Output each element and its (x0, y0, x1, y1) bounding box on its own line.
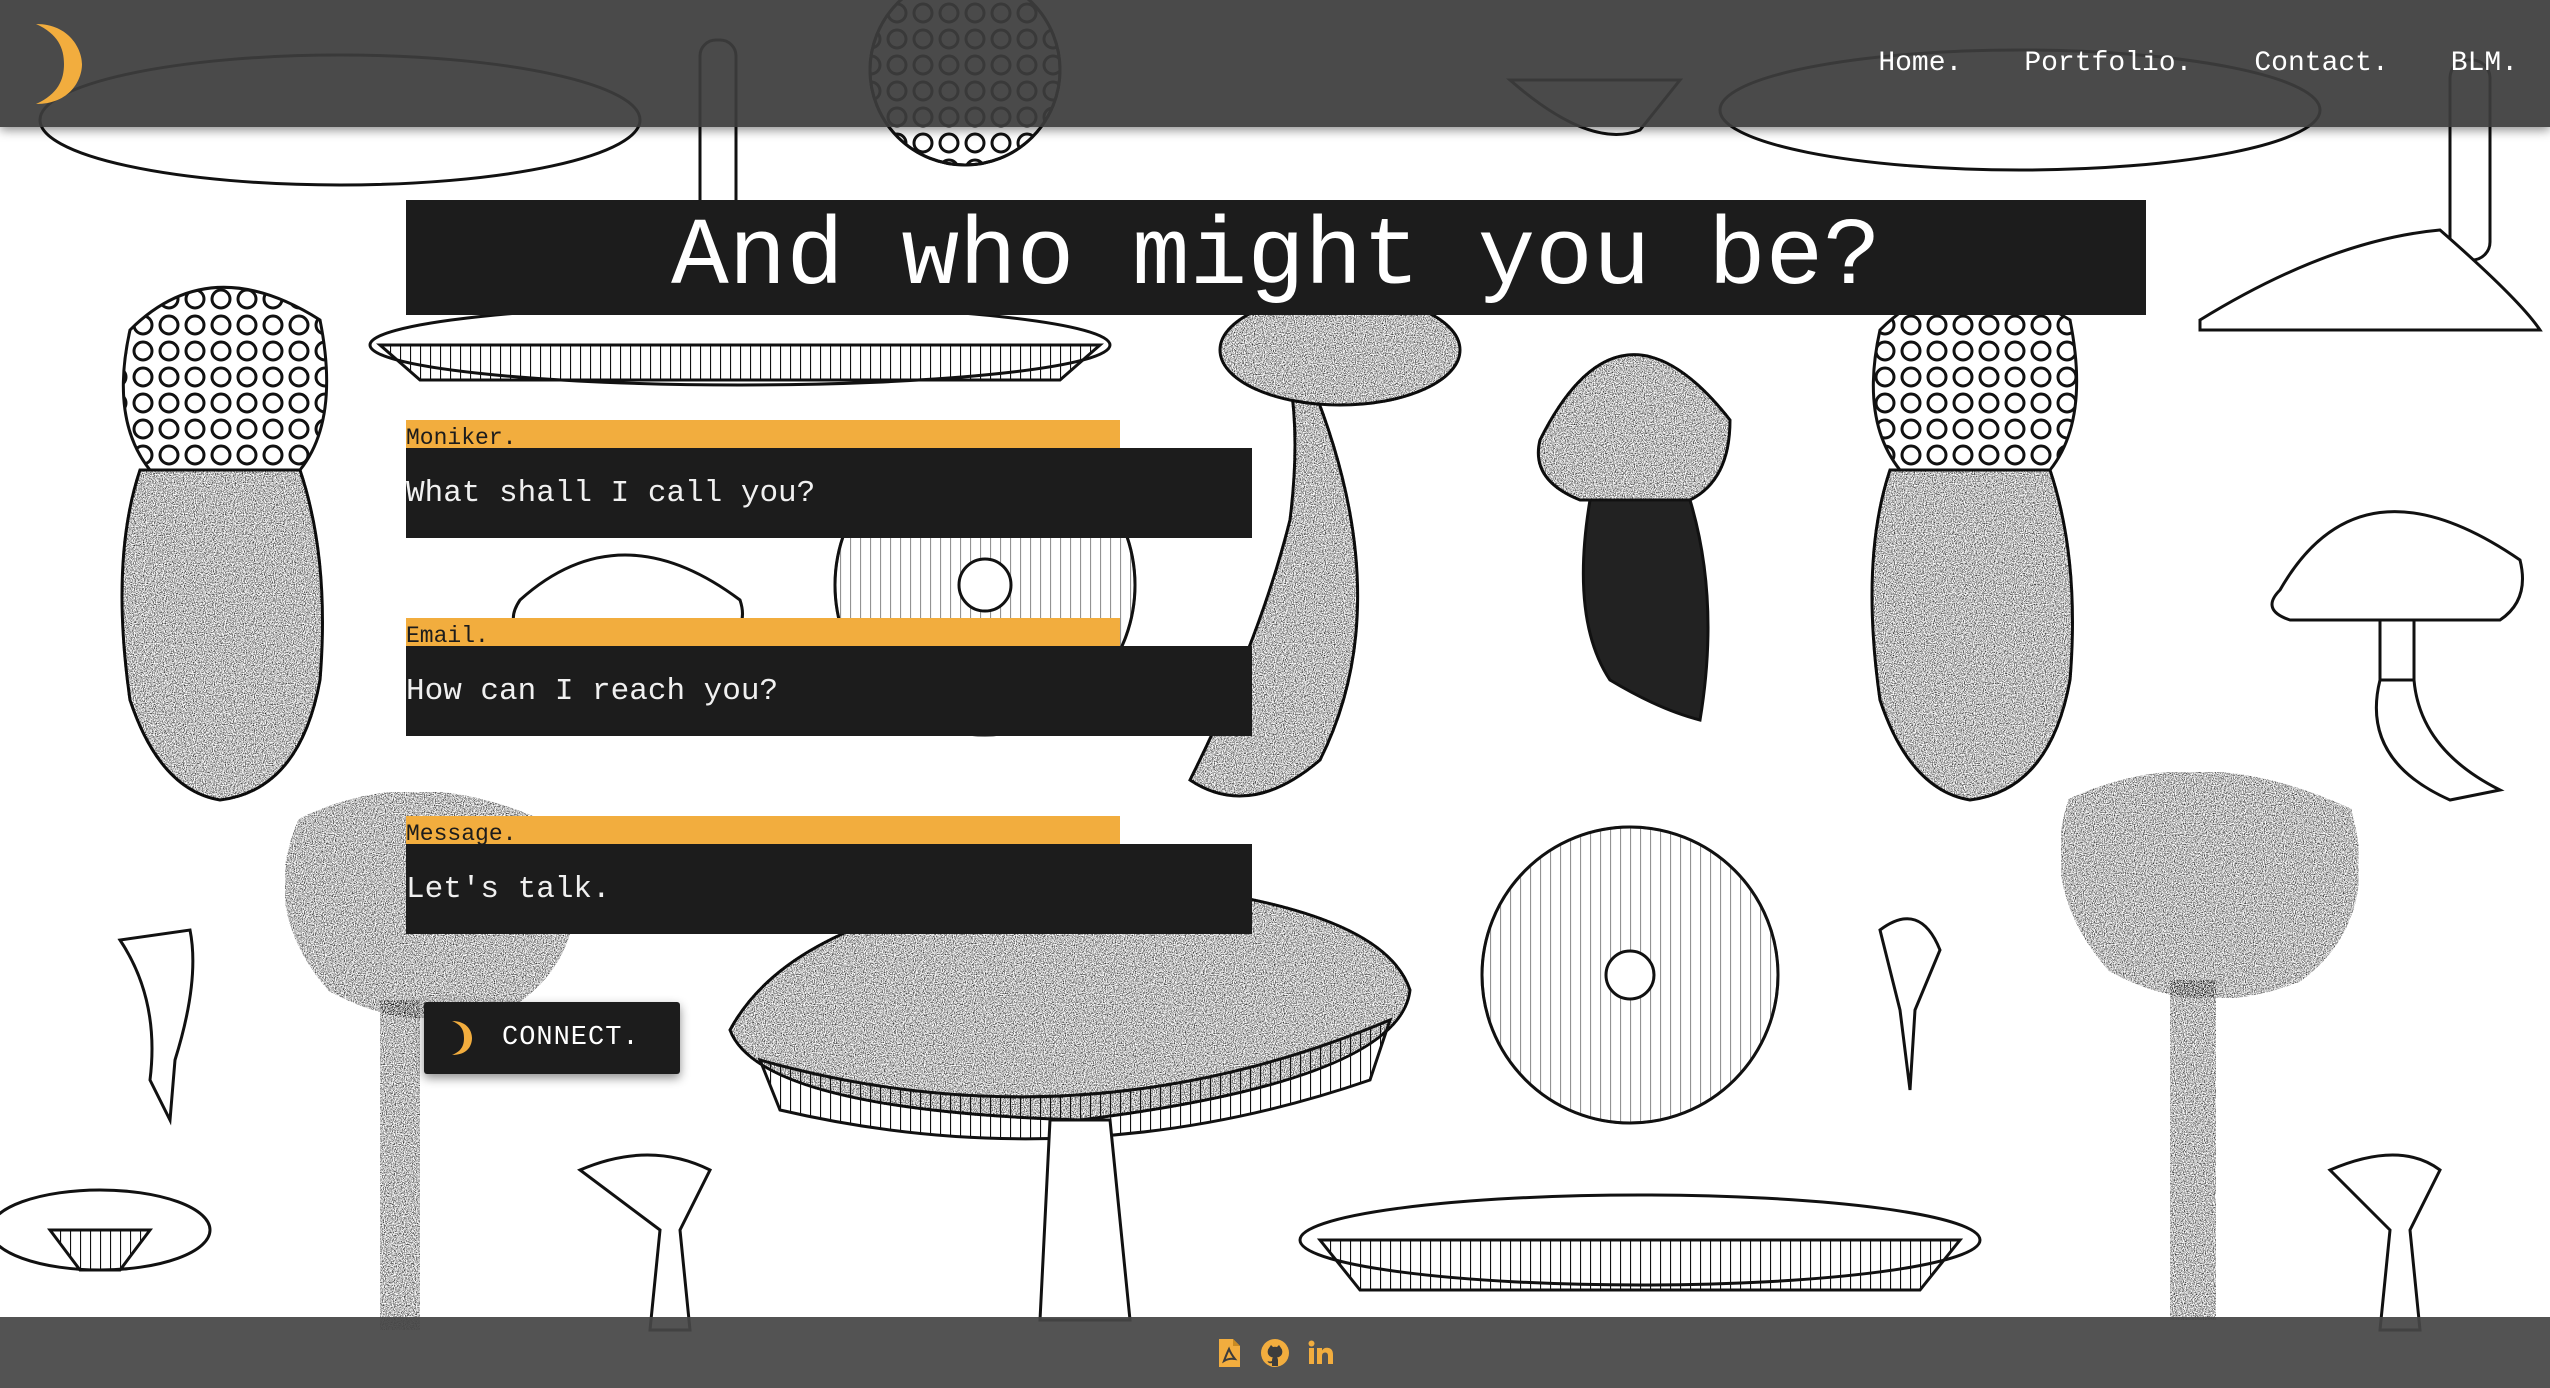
github-icon[interactable] (1259, 1337, 1291, 1369)
email-input[interactable] (406, 646, 1252, 736)
crescent-moon-icon (452, 1021, 472, 1055)
nav-link-contact[interactable]: Contact. (2254, 48, 2388, 79)
connect-button[interactable]: CONNECT. (424, 1002, 680, 1074)
nav-link-blm[interactable]: BLM. (2451, 48, 2518, 79)
footer-bar (0, 1317, 2550, 1388)
linkedin-icon[interactable] (1305, 1337, 1337, 1369)
nav-link-portfolio[interactable]: Portfolio. (2024, 48, 2192, 79)
moniker-input[interactable] (406, 448, 1252, 538)
page-title: And who might you be? (671, 202, 1881, 312)
page-heading-box: And who might you be? (406, 200, 2146, 315)
nav-link-home[interactable]: Home. (1878, 48, 1962, 79)
message-input[interactable] (406, 844, 1252, 934)
moniker-field: Moniker. (406, 420, 1252, 538)
crescent-moon-icon[interactable] (18, 20, 82, 108)
message-field: Message. (406, 816, 1252, 934)
connect-button-label: CONNECT. (502, 1023, 640, 1053)
pdf-file-icon[interactable] (1213, 1337, 1245, 1369)
email-field: Email. (406, 618, 1252, 736)
nav-links: Home. Portfolio. Contact. BLM. (1878, 0, 2550, 127)
top-navbar: Home. Portfolio. Contact. BLM. (0, 0, 2550, 127)
